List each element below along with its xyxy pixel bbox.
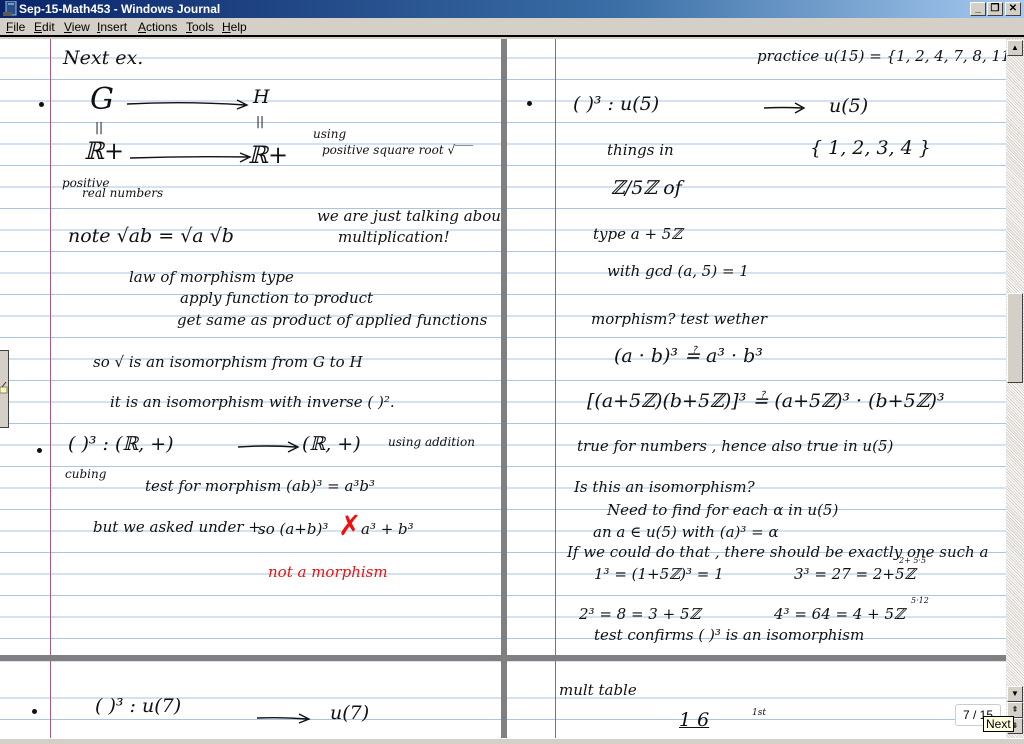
ink-case-1: 1³ = (1+5ℤ)³ = 1 [594,565,724,583]
ink-but-asked: but we asked under +, [93,518,266,536]
menu-help[interactable]: Help [222,20,247,35]
ink-reals-left: ℝ+ [84,137,125,165]
note-page-next-left[interactable]: ( )³ : u(7) u(7) [0,661,501,738]
vertical-scrollbar[interactable]: ▲ ▼ ⇞ ⇟ [1006,39,1024,738]
scroll-down-button[interactable]: ▼ [1007,686,1023,702]
ink-note-sqrt: note √ab = √a √b [68,225,234,247]
ink-case-3-note: 2+ 5·5 [899,556,927,565]
ink-positive-square-root: positive square root √‾‾‾ [322,143,474,157]
window-title: Sep-15-Math453 - Windows Journal [19,2,221,16]
bullet-marker [527,101,532,106]
bullet-marker [32,709,37,714]
ink-eq-numbers: (a · b)³ ≟ a³ · b³ [614,345,763,367]
ink-is-isomorphism: Is this an isomorphism? [574,478,755,496]
bullet-marker [39,102,44,107]
arrow-icon [763,102,806,114]
menu-actions[interactable]: Actions [138,20,177,35]
ink-not-a-morphism: not a morphism [268,563,388,581]
ink-test-confirms: test confirms ( )³ is an isomorphism [594,626,865,644]
ink-multiplication: multiplication! [338,228,450,246]
journal-app-icon [3,1,17,16]
ink-set-1234: { 1, 2, 3, 4 } [810,137,931,159]
ink-cube-map-u7: ( )³ : u(7) [95,695,182,717]
ink-mult-table: mult table [559,681,637,699]
ink-case-4-note: 5·12 [911,596,929,605]
restore-button[interactable]: ❐ [987,2,1003,16]
pen-panel-tab[interactable] [0,350,9,428]
ink-equals-left: || [95,120,104,134]
ink-test-morphism: test for morphism (ab)³ = a³b³ [145,477,376,495]
ink-equals-right: || [256,114,265,128]
status-bar [0,738,1024,744]
ink-z-mod-5z: ℤ/5ℤ of [611,177,682,199]
ink-u7-target: u(7) [330,702,370,724]
note-page-next-right[interactable]: mult table 1 6 1st [507,661,1006,738]
menu-view[interactable]: View [64,20,90,35]
page-margin-line [555,39,556,655]
ink-group-h: H [253,86,270,108]
ink-morphism-question: morphism? test wether [591,310,768,328]
scroll-up-button[interactable]: ▲ [1007,40,1023,56]
ink-first-note: 1st [752,708,766,718]
ink-group-g: G [90,82,114,117]
menu-edit[interactable]: Edit [34,20,55,35]
ink-so-isomorphism: so √ is an isomorphism from G to H [93,353,363,371]
ink-need-to-find: Need to find for each α in u(5) [607,501,839,519]
ink-cube-target: (ℝ, +) [302,433,361,455]
ink-next-ex: Next ex. [63,47,144,69]
ink-get-same: get same as product of applied functions [177,311,488,329]
next-page-tooltip: Next [983,716,1014,732]
ink-u5-target: u(5) [829,95,869,117]
arrow-icon [237,441,300,453]
ink-sum-cubed: so (a+b)³ [258,520,329,538]
ink-using: using [313,127,347,141]
bullet-marker [37,448,42,453]
ink-reals-right: ℝ+ [248,141,289,169]
close-button[interactable]: ✕ [1005,2,1021,16]
menu-insert[interactable]: Insert [97,20,127,35]
ink-sum-of-cubes: a³ + b³ [361,520,414,538]
arrow-icon [256,713,311,724]
ink-an-a-in-u5: an a ∈ u(5) with (a)³ = α [593,523,779,541]
page-margin-line [50,39,51,655]
page-margin-line [555,661,556,738]
ink-table-row: 1 6 [679,709,710,731]
ink-cube-map-u5: ( )³ : u(5) [573,93,660,115]
ink-gcd: with gcd (a, 5) = 1 [607,262,749,280]
ink-true-for-numbers: true for numbers , hence also true in u(… [577,437,894,455]
ink-eq-cosets: [(a+5ℤ)(b+5ℤ)]³ ≟ (a+5ℤ)³ · (b+5ℤ)³ [587,390,945,412]
ink-cross-mark: ✗ [338,509,362,542]
ink-case-3: 3³ = 27 = 2+5ℤ [794,565,916,583]
page-margin-line [50,661,51,738]
windows-journal-window: Sep-15-Math453 - Windows Journal _ ❐ ✕ F… [0,0,1024,744]
note-page-right[interactable]: practice u(15) = {1, 2, 4, 7, 8, 11, 13,… [507,39,1006,655]
ink-law-of-morphism: law of morphism type [129,268,294,286]
ink-apply-function: apply function to product [180,289,374,307]
arrow-icon [126,99,249,110]
ink-things-in: things in [607,141,674,159]
ink-case-4: 4³ = 64 = 4 + 5ℤ [774,605,905,623]
note-page-left[interactable]: Next ex. G H || || ℝ+ ℝ+ using positive … [0,39,501,655]
pen-icon [0,381,8,394]
minimize-button[interactable]: _ [970,2,986,16]
menu-bar: File Edit View Insert Actions Tools Help [0,18,1024,37]
menu-tools[interactable]: Tools [186,20,214,35]
title-bar: Sep-15-Math453 - Windows Journal _ ❐ ✕ [0,0,1024,18]
scroll-thumb[interactable] [1007,293,1023,383]
ink-case-2: 2³ = 8 = 3 + 5ℤ [579,605,701,623]
ink-real-numbers: real numbers [82,186,164,200]
ink-using-addition: using addition [388,435,475,449]
ink-cube-map: ( )³ : (ℝ, +) [68,433,174,455]
ink-practice-u15: practice u(15) = {1, 2, 4, 7, 8, 11, 13,… [757,47,1006,65]
ink-cubing: cubing [65,467,107,481]
ink-type: type a + 5ℤ [593,225,683,243]
document-canvas[interactable]: Next ex. G H || || ℝ+ ℝ+ using positive … [0,39,1006,738]
ink-just-talking: we are just talking about [317,207,501,225]
menu-file[interactable]: File [6,20,25,35]
arrow-icon [129,152,252,163]
ink-inverse: it is an isomorphism with inverse ( )². [110,393,395,411]
